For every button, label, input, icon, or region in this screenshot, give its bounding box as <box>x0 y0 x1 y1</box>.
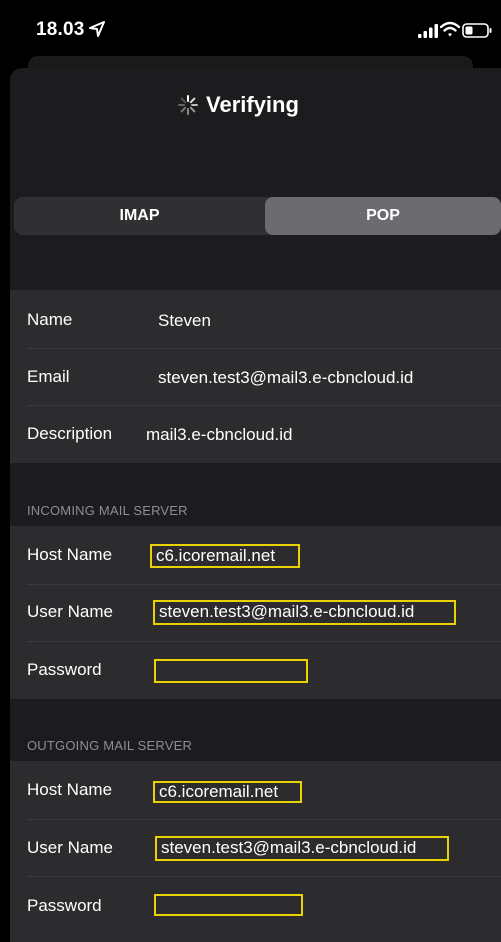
outgoing-user-value: steven.test3@mail3.e-cbncloud.id <box>161 838 417 857</box>
description-row[interactable]: Description mail3.e-cbncloud.id <box>10 405 501 463</box>
incoming-host-field[interactable]: c6.icoremail.net <box>150 544 300 568</box>
incoming-user-row[interactable]: User Name steven.test3@mail3.e-cbncloud.… <box>10 584 501 641</box>
outgoing-user-field[interactable]: steven.test3@mail3.e-cbncloud.id <box>155 836 449 861</box>
outgoing-password-label: Password <box>27 896 102 915</box>
sheet-header: Verifying <box>10 68 501 144</box>
name-field[interactable]: Steven <box>158 311 211 331</box>
description-label: Description <box>27 424 113 443</box>
email-row[interactable]: Email steven.test3@mail3.e-cbncloud.id <box>10 348 501 405</box>
status-bar: 18.03 <box>0 0 501 62</box>
incoming-password-row[interactable]: Password <box>10 641 501 699</box>
status-time: 18.03 <box>36 19 85 40</box>
battery-icon <box>462 23 492 38</box>
incoming-user-label: User Name <box>27 602 113 621</box>
name-row[interactable]: Name Steven <box>10 290 501 348</box>
incoming-user-field[interactable]: steven.test3@mail3.e-cbncloud.id <box>153 600 456 625</box>
outgoing-user-label: User Name <box>27 838 113 857</box>
outgoing-section-header: OUTGOING MAIL SERVER <box>27 738 193 753</box>
segment-pop[interactable]: POP <box>265 197 501 235</box>
activity-spinner-icon <box>178 95 198 115</box>
incoming-user-value: steven.test3@mail3.e-cbncloud.id <box>159 602 415 621</box>
cellular-signal-icon <box>418 24 438 38</box>
page-title: Verifying <box>206 92 299 117</box>
incoming-host-row[interactable]: Host Name c6.icoremail.net <box>10 526 501 584</box>
name-label: Name <box>27 310 73 329</box>
account-sheet: Verifying IMAP POP Name Steven Email ste… <box>10 68 501 942</box>
outgoing-host-row[interactable]: Host Name c6.icoremail.net <box>10 761 501 819</box>
description-field[interactable]: mail3.e-cbncloud.id <box>146 425 292 445</box>
incoming-host-value: c6.icoremail.net <box>156 546 276 565</box>
segment-imap[interactable]: IMAP <box>14 197 265 235</box>
outgoing-host-label: Host Name <box>27 780 113 799</box>
account-info-group: Name Steven Email steven.test3@mail3.e-c… <box>10 290 501 463</box>
incoming-password-label: Password <box>27 660 102 679</box>
outgoing-password-field[interactable] <box>154 894 303 916</box>
outgoing-host-value: c6.icoremail.net <box>159 782 279 801</box>
email-field[interactable]: steven.test3@mail3.e-cbncloud.id <box>158 368 413 388</box>
outgoing-password-row[interactable]: Password <box>10 876 501 934</box>
incoming-server-group: Host Name c6.icoremail.net User Name ste… <box>10 526 501 699</box>
location-arrow-icon <box>89 21 105 37</box>
incoming-host-label: Host Name <box>27 545 113 564</box>
outgoing-server-group: Host Name c6.icoremail.net User Name ste… <box>10 761 501 942</box>
wifi-icon <box>440 21 460 37</box>
protocol-segmented-control: IMAP POP <box>14 197 501 235</box>
incoming-section-header: INCOMING MAIL SERVER <box>27 503 188 518</box>
outgoing-user-row[interactable]: User Name steven.test3@mail3.e-cbncloud.… <box>10 819 501 876</box>
outgoing-host-field[interactable]: c6.icoremail.net <box>153 781 302 803</box>
email-label: Email <box>27 367 70 386</box>
incoming-password-field[interactable] <box>154 659 308 683</box>
